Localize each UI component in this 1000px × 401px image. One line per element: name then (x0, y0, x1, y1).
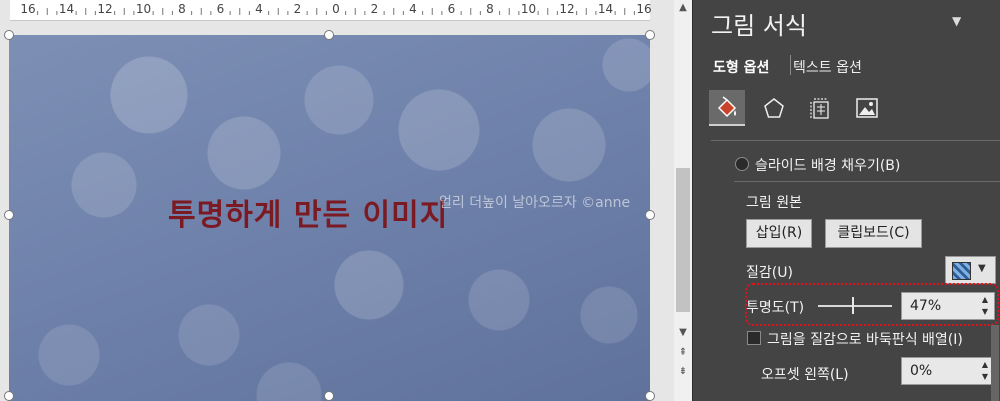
ruler-label: 2 (370, 2, 379, 16)
ruler-label: 6 (447, 2, 456, 16)
offset-left-value[interactable]: 0% (910, 363, 932, 379)
ruler-label: 4 (255, 2, 263, 16)
resize-handle-top[interactable] (324, 30, 334, 40)
pane-scrollbar[interactable] (991, 325, 999, 401)
ruler-label: 14 (58, 2, 75, 16)
tile-picture-checkbox[interactable] (747, 331, 761, 345)
resize-handle-top-right[interactable] (645, 30, 655, 40)
next-slide-button[interactable]: ⇟ (675, 364, 691, 380)
picture-icon[interactable] (849, 90, 885, 126)
ruler-label: 10 (135, 2, 152, 16)
pane-title: 그림 서식 (711, 12, 807, 40)
tab-text-options[interactable]: 텍스트 옵션 (793, 57, 862, 77)
slide-title-text[interactable]: 투명하게 만든 이미지 (168, 190, 448, 234)
ruler-label: 0 (332, 2, 340, 16)
fill-line-icon[interactable] (709, 90, 745, 126)
resize-handle-top-left[interactable] (4, 30, 14, 40)
ruler-label: 10 (520, 2, 537, 16)
pane-options-dropdown[interactable]: ▼ (952, 14, 961, 28)
spin-up-icon[interactable]: ▲ (982, 360, 988, 369)
tile-picture-label[interactable]: 그림을 질감으로 바둑판식 배열(I) (767, 329, 963, 349)
resize-handle-left[interactable] (4, 210, 14, 220)
scroll-thumb[interactable] (676, 168, 690, 312)
resize-handle-right[interactable] (645, 210, 655, 220)
texture-swatch (952, 262, 971, 280)
chevron-down-icon: ▼ (978, 263, 986, 274)
highlight-annotation (745, 283, 999, 326)
previous-slide-button[interactable]: ⇞ (675, 345, 691, 361)
ruler-label: 16 (20, 2, 36, 16)
slide-background-fill-label[interactable]: 슬라이드 배경 채우기(B) (755, 155, 900, 175)
horizontal-ruler[interactable]: 16 14 12 10 8 6 4 2 0 2 4 6 8 10 12 14 16 (10, 0, 652, 21)
size-properties-icon[interactable] (802, 90, 838, 126)
resize-handle-bottom-right[interactable] (645, 391, 655, 401)
scroll-down-button[interactable]: ▼ (675, 325, 691, 341)
insert-picture-button[interactable]: 삽입(R) (746, 219, 812, 248)
ruler-label: 6 (216, 2, 225, 16)
resize-handle-bottom[interactable] (324, 391, 334, 401)
ruler-label: 2 (293, 2, 302, 16)
section-divider (711, 140, 1000, 141)
offset-left-spinner[interactable]: 0% ▲ ▼ (901, 357, 995, 385)
spin-down-icon[interactable]: ▼ (982, 372, 988, 381)
clipboard-button[interactable]: 클립보드(C) (825, 219, 922, 248)
offset-left-label: 오프셋 왼쪽(L) (761, 367, 849, 383)
slide-editing-area: 16 14 12 10 8 6 4 2 0 2 4 6 8 10 12 14 16 투명하게 만든 이미지 얼리… (0, 0, 670, 401)
watermark-text: 얼리 더높이 날아오르자 ©anne (439, 195, 631, 211)
slide-background-fill-radio[interactable] (735, 157, 749, 171)
ruler-label: 4 (409, 2, 417, 16)
picture-source-label: 그림 원본 (746, 195, 802, 211)
resize-handle-bottom-left[interactable] (4, 391, 14, 401)
scroll-up-button[interactable]: ▲ (675, 0, 691, 16)
texture-label: 질감(U) (746, 265, 793, 281)
effects-pentagon-icon[interactable] (756, 90, 792, 126)
tab-separator (790, 55, 791, 75)
ruler-label: 8 (486, 2, 494, 16)
ruler-label: 14 (597, 2, 614, 16)
ruler-label: 12 (559, 2, 575, 16)
texture-picker-button[interactable]: ▼ (945, 256, 996, 284)
ruler-label: 12 (97, 2, 113, 16)
ruler-label: 16 (636, 2, 652, 16)
vertical-scrollbar[interactable]: ▲ ▼ ⇞ ⇟ (674, 0, 692, 401)
ruler-label: 8 (178, 2, 186, 16)
subsection-divider (734, 181, 1000, 182)
format-picture-pane: 그림 서식 ▼ 도형 옵션 텍스트 옵션 슬라이드 배경 채우기(B) 그림 원… (692, 0, 1000, 401)
tab-shape-options[interactable]: 도형 옵션 (713, 57, 769, 77)
selected-picture[interactable]: 투명하게 만든 이미지 얼리 더높이 날아오르자 ©anne (9, 35, 650, 401)
